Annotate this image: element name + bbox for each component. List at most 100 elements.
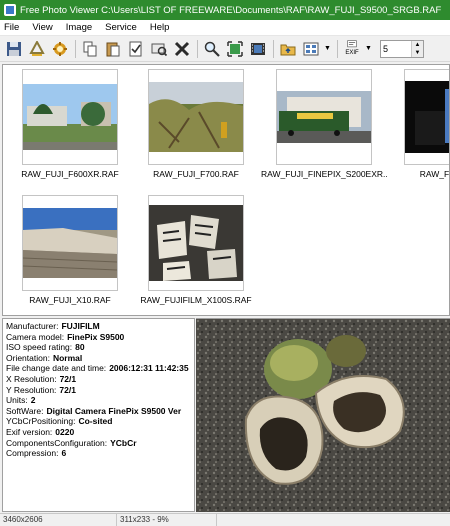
thumbnail-item[interactable]: RAW_FUJIFILM_X100S.RAF [133, 195, 259, 305]
exif-row: Y Resolution: 72/1 [6, 385, 194, 396]
exif-value: 72/1 [59, 384, 76, 395]
save-button[interactable] [4, 39, 24, 59]
zoom-stepper[interactable]: ▲ ▼ [380, 39, 424, 58]
exif-label: X Resolution: [6, 373, 57, 384]
exif-label: EXIF [345, 50, 359, 56]
thumbnail-frame [276, 69, 372, 165]
menu-view[interactable]: View [32, 22, 52, 33]
thumbnail-panel[interactable]: RAW_FUJI_F600XR.RAF RAW_FUJI_F700.RAF RA… [2, 64, 450, 316]
zoom-input[interactable] [381, 40, 411, 57]
exif-row: Units: 2 [6, 395, 194, 406]
exif-row: YCbCrPositioning: Co-sited [6, 416, 194, 427]
thumbnail-image [149, 82, 243, 152]
fit-screen-icon [227, 40, 243, 57]
filmstrip-button[interactable] [248, 39, 268, 59]
select-button[interactable] [126, 39, 146, 59]
thumbnail-item[interactable]: RAW_FUJI_F700.RAF [133, 69, 259, 179]
fit-screen-button[interactable] [225, 39, 245, 59]
zoom-icon [204, 41, 220, 57]
copy-icon [83, 41, 97, 56]
exif-label: ComponentsConfiguration: [6, 437, 108, 448]
copy-button[interactable] [80, 39, 100, 59]
status-bar: 3460x2606 311x233 - 9% [0, 513, 450, 526]
status-view: 311x233 - 9% [117, 514, 217, 526]
delete-icon [174, 41, 190, 56]
toolbar-separator [337, 39, 338, 58]
gear-icon [53, 41, 67, 56]
screen-capture-button[interactable] [149, 39, 169, 59]
thumbnail-frame [148, 69, 244, 165]
exif-value: 2006:12:31 11:42:35 [109, 363, 189, 374]
delete-button[interactable] [172, 39, 192, 59]
menu-bar: File View Image Service Help [0, 20, 450, 36]
screen-capture-icon [151, 43, 167, 56]
exif-info-panel[interactable]: Manufacturer: FUJIFILM Camera model: FineP… [2, 318, 195, 512]
menu-service[interactable]: Service [105, 22, 137, 33]
exif-label: YCbCrPositioning: [6, 416, 76, 427]
window-title: Free Photo Viewer C:\Users\LIST OF FREEW… [20, 4, 442, 16]
exif-value: 0220 [55, 426, 75, 437]
exif-row: Manufacturer: FUJIFILM [6, 321, 194, 332]
exif-label: Exif version: [6, 426, 53, 437]
zoom-button[interactable] [202, 39, 222, 59]
exif-value: FinePix S9500 [67, 331, 125, 342]
settings-button[interactable] [50, 39, 70, 59]
thumbnail-frame [404, 69, 449, 165]
thumbnail-view-icon [303, 42, 319, 55]
exif-row: File change date and time: 2006:12:31 11:… [6, 363, 194, 374]
view-dropdown-arrow[interactable]: ▼ [324, 39, 331, 59]
exif-label: Orientation: [6, 352, 50, 363]
thumbnail-item[interactable]: RAW_FUJI_FINEPIX_S200EXR.... [261, 69, 387, 179]
exif-label: Camera model: [6, 331, 65, 342]
toolbar: ▼ EXIF ▼ ▲ ▼ [0, 36, 450, 62]
exif-label: File change date and time: [6, 363, 107, 374]
thumbnail-image [23, 208, 117, 278]
exif-row: Compression: 6 [6, 448, 194, 459]
exif-label: Units: [6, 395, 28, 406]
thumbnail-caption: RAW_FUJI_S5... [419, 169, 450, 179]
exif-value: FUJIFILM [61, 321, 100, 331]
recycle-button[interactable] [27, 39, 47, 59]
exif-row: X Resolution: 72/1 [6, 374, 194, 385]
paste-button[interactable] [103, 39, 123, 59]
title-bar: Free Photo Viewer C:\Users\LIST OF FREEW… [0, 0, 450, 20]
thumbnail-view-button[interactable] [301, 39, 321, 59]
menu-file[interactable]: File [4, 22, 19, 33]
status-empty [217, 514, 450, 526]
menu-help[interactable]: Help [150, 22, 170, 33]
thumbnail-item[interactable]: RAW_FUJI_F600XR.RAF [7, 69, 133, 179]
exif-value: Co-sited [78, 416, 113, 427]
thumbnail-item[interactable]: RAW_FUJI_X10.RAF [7, 195, 133, 305]
exif-row: Camera model: FinePix S9500 [6, 332, 194, 343]
app-icon [4, 4, 16, 16]
thumbnail-caption: RAW_FUJI_F700.RAF [153, 169, 239, 179]
recycle-icon [29, 40, 45, 56]
thumbnail-image [277, 91, 371, 143]
check-icon [129, 41, 142, 56]
exif-label: Compression: [6, 448, 59, 459]
exif-value: Normal [52, 352, 83, 363]
exif-value: 6 [61, 448, 67, 459]
exif-row: Exif version: 0220 [6, 427, 194, 438]
image-preview[interactable] [196, 318, 450, 512]
exif-icon [347, 40, 357, 48]
exif-row: Orientation: Normal [6, 353, 194, 364]
thumbnail-caption: RAW_FUJI_FINEPIX_S200EXR.... [261, 169, 387, 179]
thumbnail-item[interactable]: RAW_FUJI_S5... [389, 69, 450, 179]
save-icon [7, 41, 21, 56]
stepper-down-button[interactable]: ▼ [412, 48, 423, 57]
exif-value: YCbCr [110, 437, 137, 448]
toolbar-separator [75, 39, 76, 58]
exif-dropdown-arrow[interactable]: ▼ [365, 39, 372, 59]
exif-button[interactable]: EXIF [342, 39, 362, 59]
stepper-up-button[interactable]: ▲ [412, 40, 423, 49]
preview-image [196, 319, 450, 512]
menu-image[interactable]: Image [66, 22, 92, 33]
thumbnail-image [23, 84, 117, 150]
filmstrip-icon [251, 42, 265, 55]
folder-up-button[interactable] [278, 39, 298, 59]
chevron-down-icon: ▼ [324, 45, 331, 52]
exif-label: SoftWare: [6, 405, 44, 416]
status-dimensions: 3460x2606 [0, 514, 117, 526]
thumbnail-caption: RAW_FUJIFILM_X100S.RAF [140, 295, 252, 305]
